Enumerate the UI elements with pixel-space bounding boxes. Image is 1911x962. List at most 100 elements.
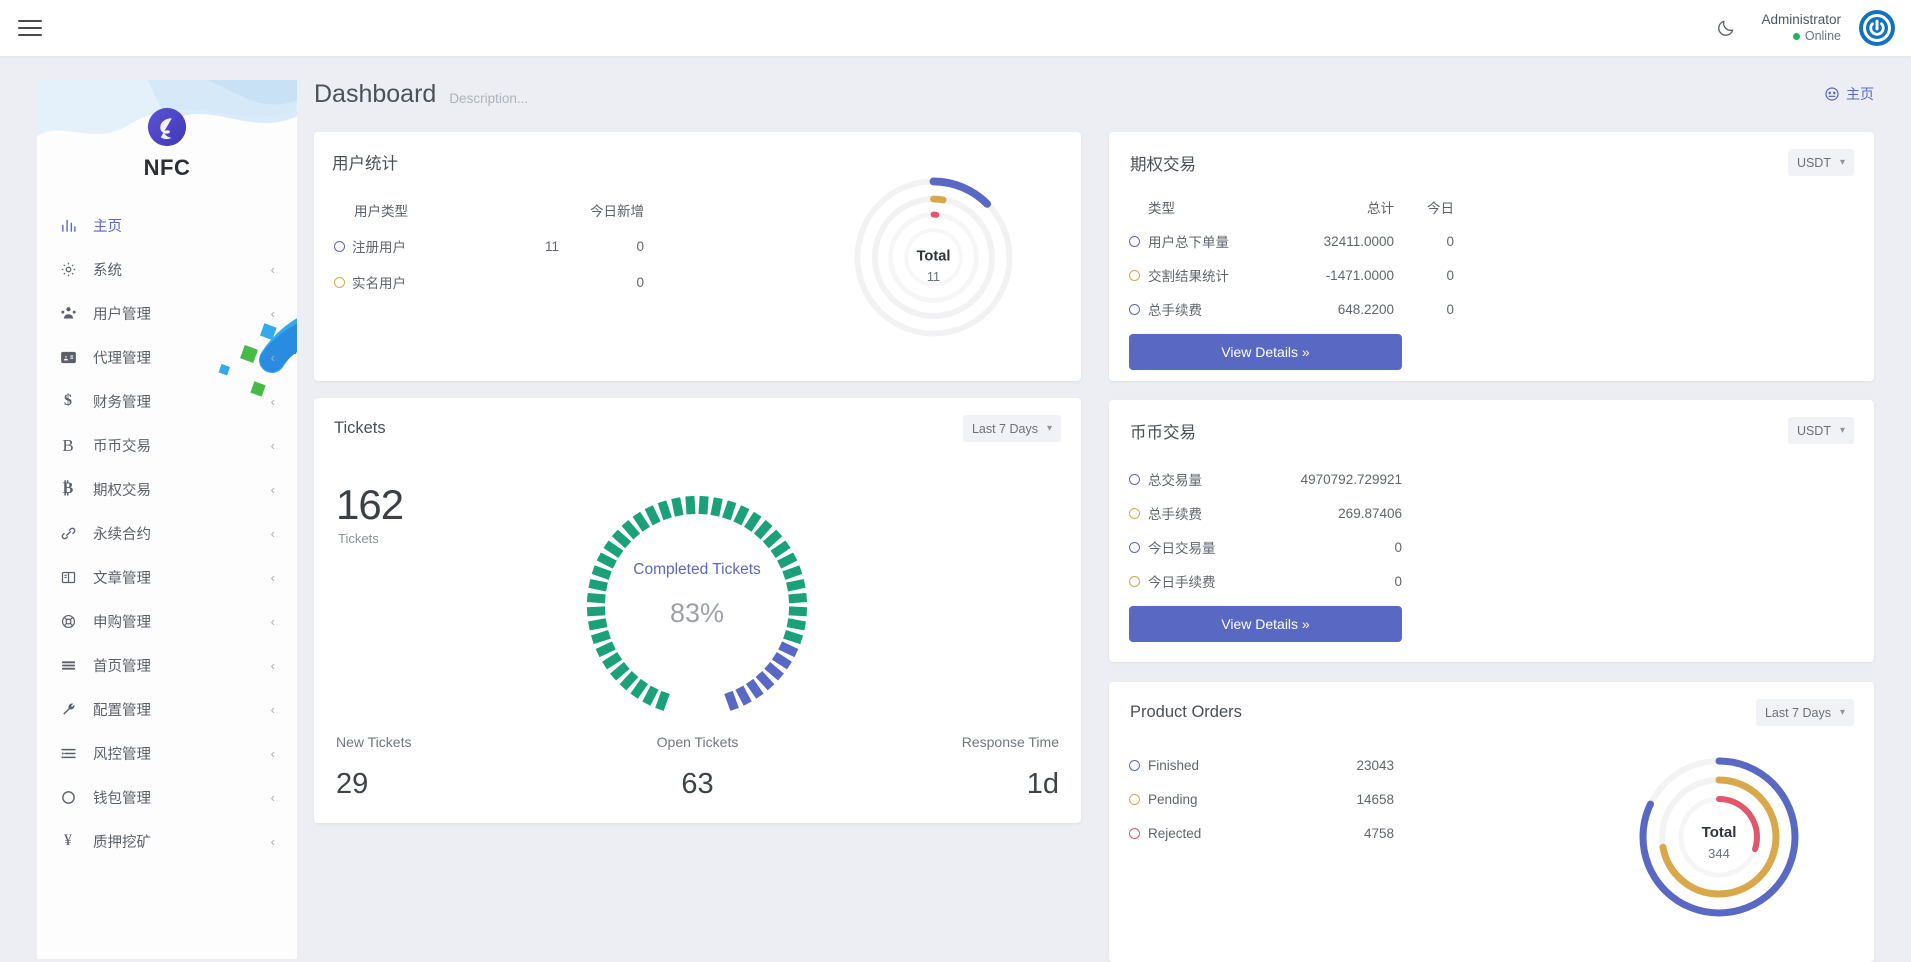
row-today: 0 [636,238,644,254]
option-trade-table: 类型 总计 今日 用户总下单量 32411.0000 0 交割结果统计 -147… [1109,176,1874,370]
bitcoin-icon: ₿ [62,480,74,497]
sidebar-item-agent-management[interactable]: 代理管理 ‹ [37,335,297,379]
hamburger-menu-icon[interactable] [18,13,48,43]
dashboard-icon [1825,87,1839,101]
col-total: 总计 [1367,201,1394,216]
breadcrumb[interactable]: 主页 [1824,84,1874,104]
currency-selector[interactable]: USDT ▾ [1787,417,1854,444]
tickets-range-filter[interactable]: Last 7 Days ▾ [962,415,1061,442]
page-title: Dashboard [314,79,437,108]
chevron-left-icon: ‹ [270,569,275,585]
product-orders-donut-chart: Total 344 [1639,757,1799,917]
sidebar-menu: 主页 系统 ‹ 用户管理 ‹ 代理管理 ‹ $ 财务管理 ‹ B 币币交易 ‹ … [37,203,297,863]
row-total: -1471.0000 [1325,267,1394,283]
list-lines-icon [55,657,81,674]
chevron-left-icon: ‹ [270,833,275,849]
row-label: Finished [1148,757,1200,773]
footer-stat-new: New Tickets 29 [314,734,577,801]
tickets-footer: New Tickets 29 Open Tickets 63 Response … [314,734,1081,801]
moon-icon[interactable] [1709,11,1743,45]
sidebar-item-homepage-management[interactable]: 首页管理 ‹ [37,643,297,687]
page-description: Description... [449,90,529,106]
tickets-card: Tickets Last 7 Days ▾ 162 Tickets Comple… [314,398,1081,823]
sidebar-item-staking-mining[interactable]: ¥ 质押挖矿 ‹ [37,819,297,863]
sidebar-item-finance-management[interactable]: $ 财务管理 ‹ [37,379,297,423]
gauge-label: Completed Tickets [633,561,761,578]
sidebar-item-subscription-management[interactable]: 申购管理 ‹ [37,599,297,643]
table-row: 总交易量 4970792.729921 [1129,462,1874,496]
sidebar-item-wallet-management[interactable]: 钱包管理 ‹ [37,775,297,819]
row-label: 总交易量 [1148,473,1202,488]
legend-dot-icon [1129,507,1140,519]
tickets-header: Tickets Last 7 Days ▾ [314,398,1081,442]
user-stats-donut-chart: Total 11 [854,177,1013,337]
product-orders-card: Product Orders Last 7 Days ▾ Finished 23… [1109,682,1874,962]
sidebar-item-perpetual-contract[interactable]: 永续合约 ‹ [37,511,297,555]
sidebar-item-system[interactable]: 系统 ‹ [37,247,297,291]
sidebar-item-label: 财务管理 [93,394,151,411]
row-label: 总手续费 [1148,507,1202,522]
letter-b-icon: B [62,435,74,455]
row-label: 交割结果统计 [1148,269,1229,284]
sidebar-item-home[interactable]: 主页 [37,203,297,247]
col-user-type: 用户类型 [354,204,408,219]
breadcrumb-label: 主页 [1846,86,1874,102]
table-row: 交割结果统计 -1471.0000 0 [1129,258,1874,292]
table-row: 总手续费 648.2200 0 [1129,292,1874,326]
chevron-left-icon: ‹ [270,657,275,673]
stat-value: 1d [1026,768,1059,800]
id-card-icon [55,349,81,366]
sidebar-item-coin-trade[interactable]: B 币币交易 ‹ [37,423,297,467]
row-total: 11 [544,238,559,254]
sidebar-item-config-management[interactable]: 配置管理 ‹ [37,687,297,731]
row-total: 32411.0000 [1323,233,1394,249]
sidebar-item-option-trade[interactable]: ₿ 期权交易 ‹ [37,467,297,511]
legend-dot-icon [1129,235,1140,247]
sidebar-item-risk-management[interactable]: 风控管理 ‹ [37,731,297,775]
card-title: Tickets [334,419,386,437]
gear-icon [55,261,81,278]
yen-icon: ¥ [64,832,72,849]
row-value: 0 [1394,573,1402,589]
range-filter-label: Last 7 Days [971,421,1038,436]
user-info[interactable]: Administrator Online [1761,12,1841,45]
product-orders-header: Product Orders Last 7 Days ▾ [1109,682,1874,726]
row-today: 0 [1446,267,1454,283]
legend-dot-icon [1129,473,1140,485]
coin-view-details-button[interactable]: View Details » [1129,606,1402,642]
tickets-total: 162 [336,481,404,528]
chevron-left-icon: ‹ [270,789,275,805]
user-name: Administrator [1761,11,1841,27]
row-label: 注册用户 [352,240,406,255]
chevron-left-icon: ‹ [270,437,275,453]
legend-dot-icon [334,276,345,288]
link-icon [55,525,81,542]
option-view-details-button[interactable]: View Details » [1129,334,1402,370]
coin-trade-header: 币币交易 USDT ▾ [1109,400,1874,444]
sidebar-item-article-management[interactable]: 文章管理 ‹ [37,555,297,599]
sidebar: NFC 主页 系统 ‹ 用户管理 ‹ 代理管理 ‹ $ 财务管理 ‹ B 币币交… [37,80,297,959]
currency-selector[interactable]: USDT ▾ [1787,149,1854,176]
currency-label: USDT [1796,155,1831,170]
sidebar-item-label: 配置管理 [93,702,151,719]
card-title: Product Orders [1130,703,1242,721]
user-stats-table: 用户类型 今日新增 注册用户 11 0 实名用户 0 [334,192,644,300]
chevron-left-icon: ‹ [270,261,275,277]
user-status-label: Online [1804,28,1841,43]
gauge-percent: 83% [669,598,725,628]
row-value: 269.87406 [1338,505,1402,521]
table-row: 今日交易量 0 [1129,530,1874,564]
sidebar-item-label: 永续合约 [93,526,151,543]
card-title: 币币交易 [1130,423,1196,442]
legend-dot-icon [1129,759,1140,771]
orders-range-filter[interactable]: Last 7 Days ▾ [1755,699,1854,726]
sidebar-item-user-management[interactable]: 用户管理 ‹ [37,291,297,335]
chevron-left-icon: ‹ [270,305,275,321]
sidebar-brand[interactable]: NFC [37,80,297,181]
option-trade-card: 期权交易 USDT ▾ 类型 总计 今日 用户总下单量 32411.0000 0… [1109,132,1874,381]
top-bar: Administrator Online [0,0,1911,56]
avatar[interactable] [1859,10,1895,46]
currency-label: USDT [1796,423,1831,438]
legend-dot-icon [1129,303,1140,315]
row-value: 4970792.729921 [1300,471,1402,487]
